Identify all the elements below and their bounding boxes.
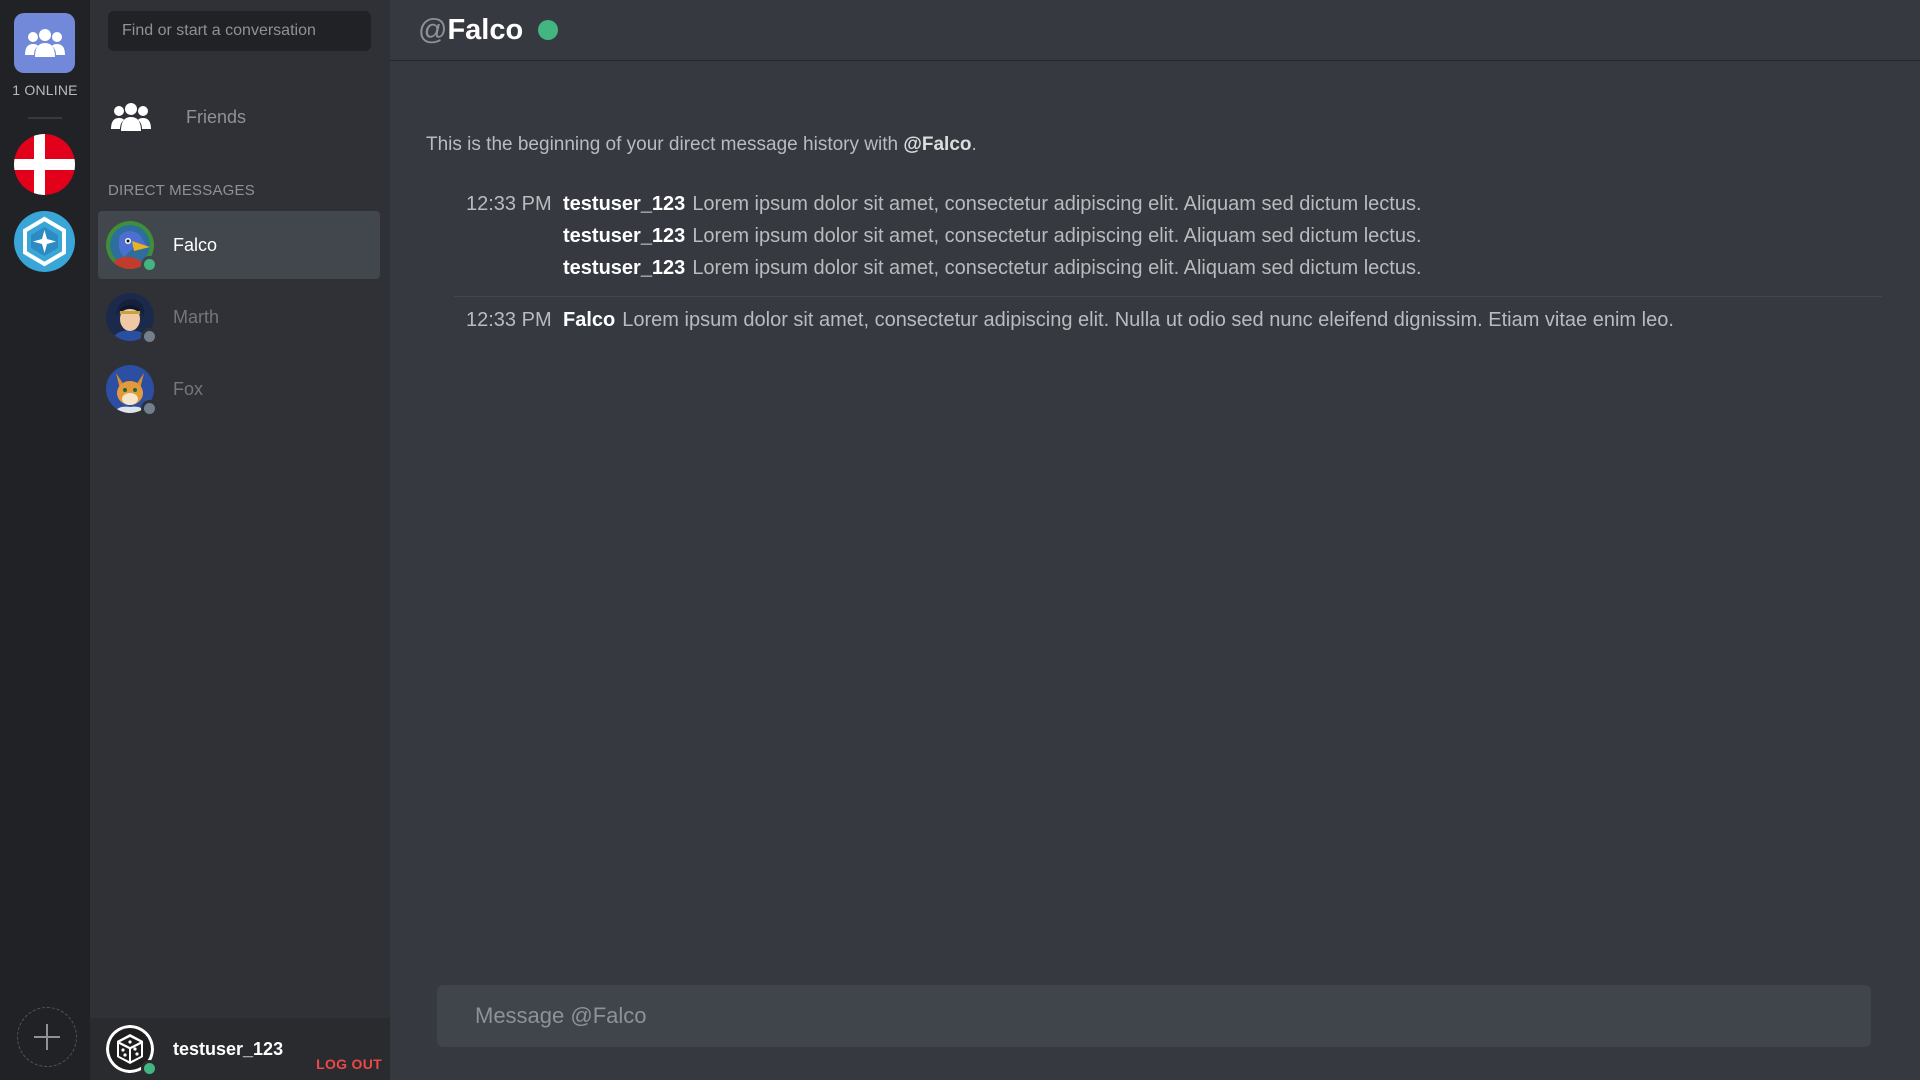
avatar (106, 293, 158, 345)
chat-header: @ Falco (390, 0, 1920, 61)
status-online-icon (141, 1060, 158, 1077)
message-text: Lorem ipsum dolor sit amet, consectetur … (692, 192, 1422, 215)
add-server-button[interactable] (17, 1007, 77, 1067)
message-group-divider (454, 296, 1882, 297)
history-prefix: This is the beginning of your direct mes… (426, 134, 904, 155)
message-author[interactable]: testuser_123 (563, 225, 685, 248)
dm-item-marth[interactable]: Marth (98, 283, 380, 351)
friends-link[interactable]: Friends (98, 90, 382, 144)
history-suffix: . (971, 134, 977, 155)
dm-name: Marth (173, 306, 220, 327)
plus-icon (34, 1024, 60, 1050)
danish-flag-icon (14, 134, 75, 195)
dm-item-fox[interactable]: Fox (98, 355, 380, 423)
chat-recipient-name: Falco (447, 13, 524, 46)
direct-messages-header: DIRECT MESSAGES (108, 182, 255, 199)
message: testuser_123 Lorem ipsum dolor sit amet,… (466, 220, 1886, 252)
rail-separator (28, 117, 62, 119)
avatar (106, 221, 158, 273)
status-offline-icon (141, 400, 158, 417)
message-timestamp: 12:33 PM (466, 308, 552, 331)
hexagon-star-icon (14, 211, 75, 272)
dm-item-falco[interactable]: Falco (98, 211, 380, 279)
friends-label: Friends (186, 106, 247, 127)
current-username: testuser_123 (173, 1038, 284, 1059)
server-rail: 1 ONLINE (0, 0, 90, 1080)
message-author[interactable]: testuser_123 (563, 193, 685, 216)
message-group: 12:33 PM testuser_123 Lorem ipsum dolor … (466, 188, 1886, 284)
dm-sidebar: Friends DIRECT MESSAGES Falco (90, 0, 390, 1080)
dm-name: Falco (173, 234, 218, 255)
home-button[interactable] (14, 13, 75, 73)
message: testuser_123 Lorem ipsum dolor sit amet,… (466, 252, 1886, 284)
user-avatar[interactable] (106, 1025, 158, 1077)
at-symbol: @ (418, 13, 448, 46)
logout-button[interactable]: LOG OUT (316, 1056, 382, 1072)
server-icon-hexagon[interactable] (14, 211, 75, 272)
status-online-icon (141, 256, 158, 273)
search-input[interactable] (108, 11, 371, 51)
user-panel: testuser_123 LOG OUT (90, 1018, 390, 1080)
dm-name: Fox (173, 378, 204, 399)
chat-area: @ Falco This is the beginning of your di… (390, 0, 1920, 1080)
message-timestamp: 12:33 PM (466, 192, 552, 215)
message: 12:33 PM testuser_123 Lorem ipsum dolor … (466, 188, 1886, 220)
message-text: Lorem ipsum dolor sit amet, consectetur … (692, 224, 1422, 247)
message-text: Lorem ipsum dolor sit amet, consectetur … (622, 308, 1674, 331)
message-text: Lorem ipsum dolor sit amet, consectetur … (692, 256, 1422, 279)
message-author[interactable]: Falco (563, 309, 615, 332)
online-count: 1 ONLINE (12, 82, 78, 98)
server-icon-denmark[interactable] (14, 134, 75, 195)
status-offline-icon (141, 328, 158, 345)
friends-icon (102, 100, 160, 134)
message-author[interactable]: testuser_123 (563, 257, 685, 280)
status-online-icon (538, 20, 559, 40)
history-handle: @Falco (903, 134, 972, 155)
message: 12:33 PM Falco Lorem ipsum dolor sit ame… (466, 304, 1886, 336)
friends-group-icon (24, 29, 65, 57)
message-input[interactable] (437, 985, 1871, 1047)
history-start-message: This is the beginning of your direct mes… (426, 134, 977, 156)
avatar (106, 365, 158, 417)
message-group: 12:33 PM Falco Lorem ipsum dolor sit ame… (466, 304, 1886, 336)
